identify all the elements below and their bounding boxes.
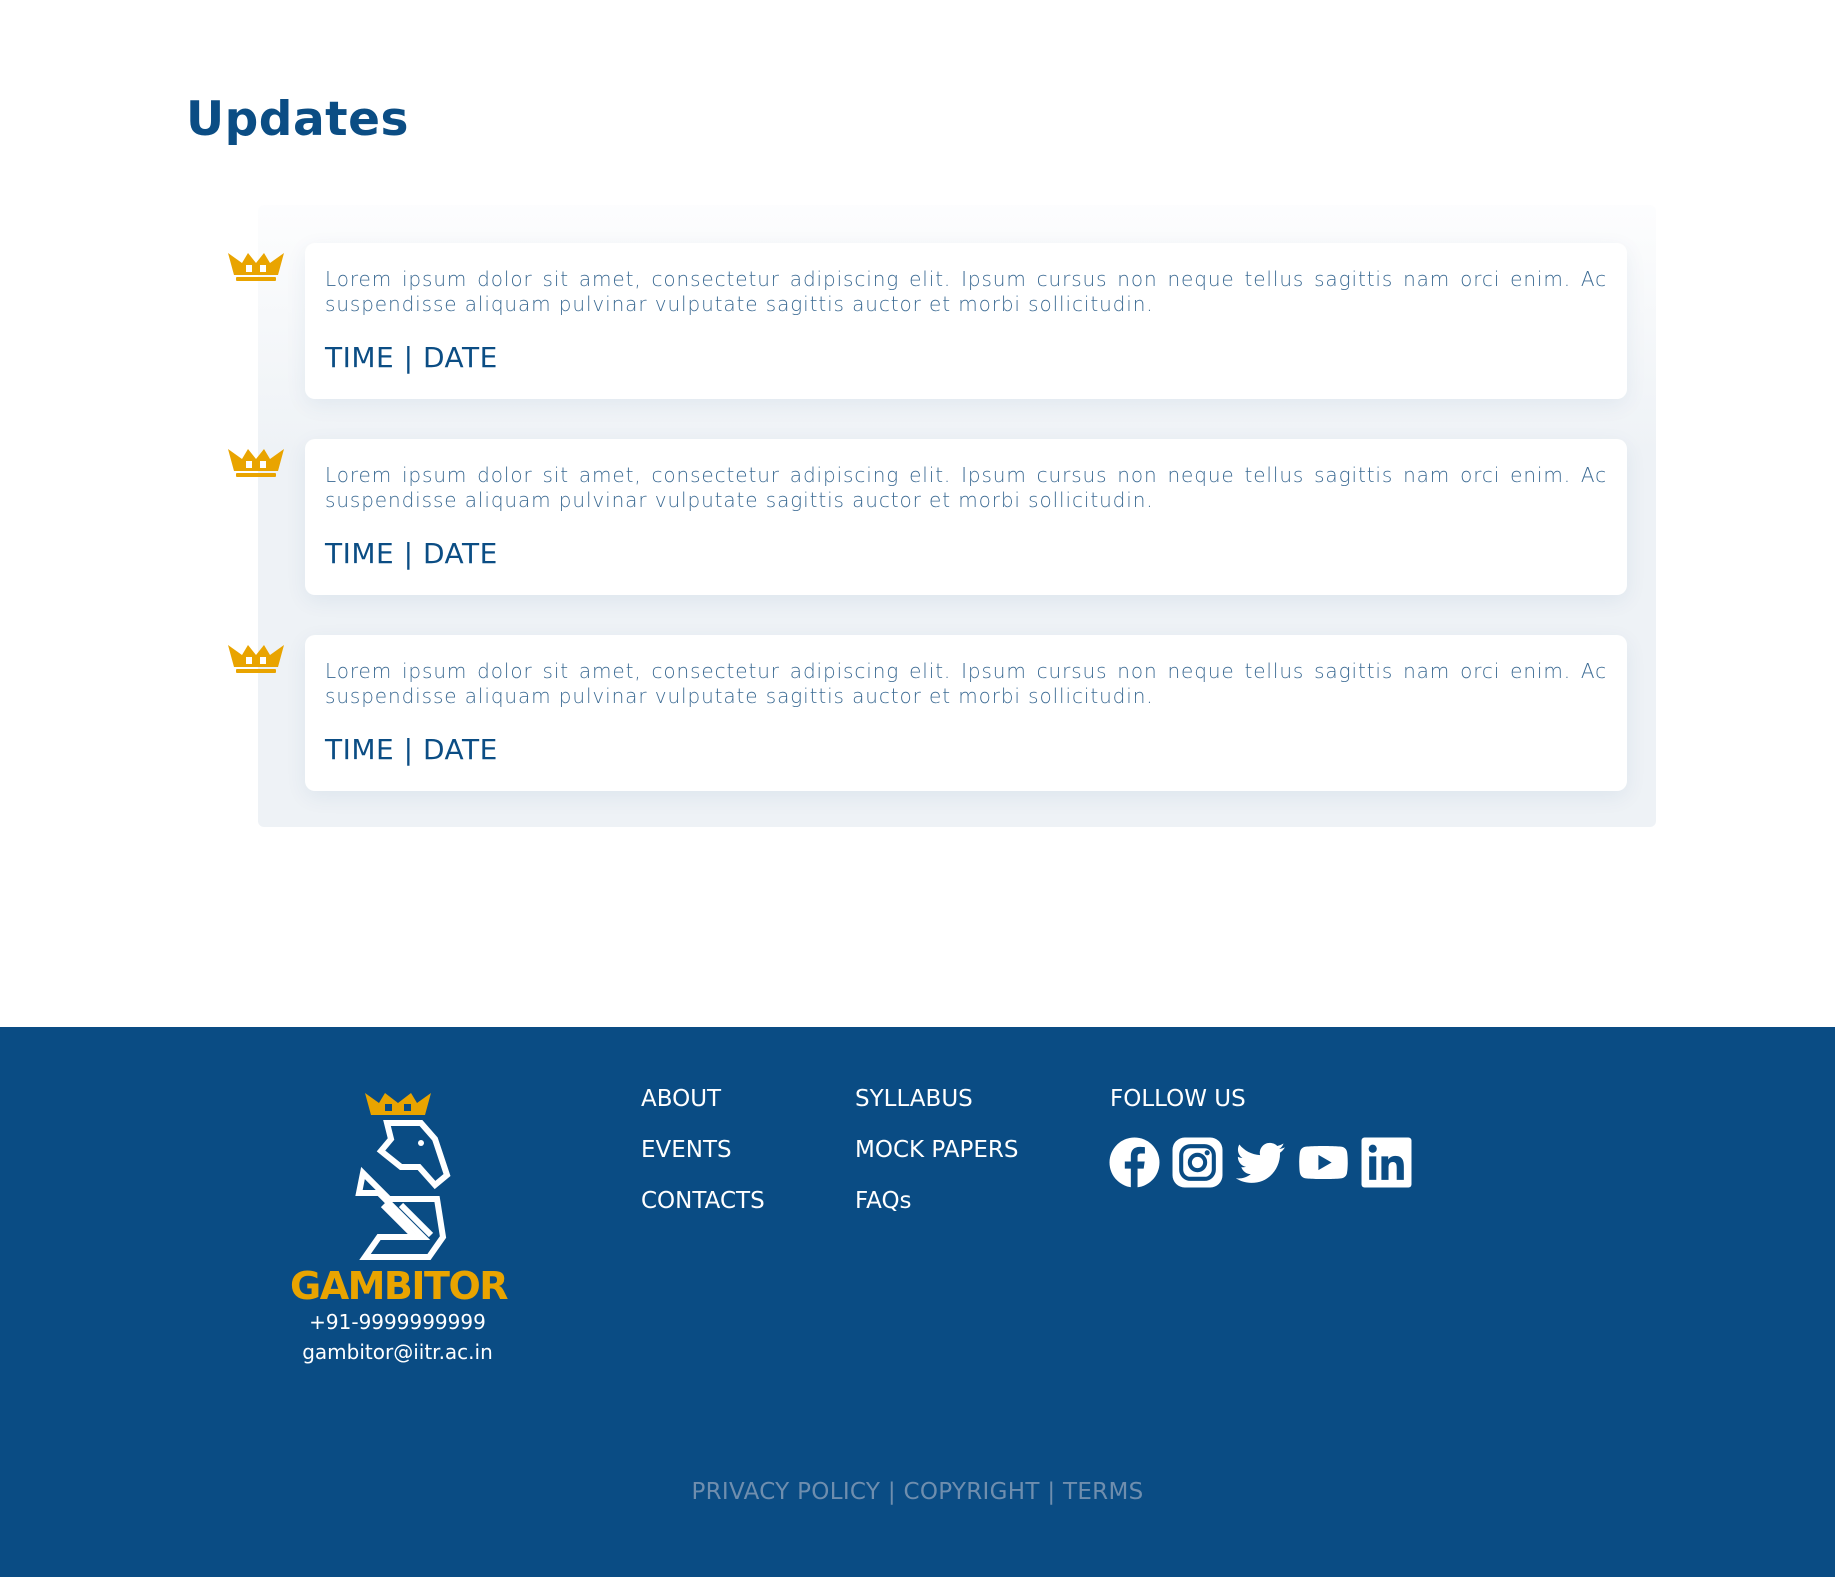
legal-separator: | [880,1479,904,1505]
crown-icon [228,449,284,477]
page-title: Updates [186,92,409,147]
twitter-icon[interactable] [1235,1137,1286,1188]
social-links [1109,1137,1412,1188]
update-time-date: TIME | DATE [325,537,498,570]
crown-icon [228,253,284,281]
update-card: Lorem ipsum dolor sit amet, consectetur … [305,243,1627,399]
footer-link-mock-papers[interactable]: MOCK PAPERS [855,1138,1019,1163]
terms-link[interactable]: TERMS [1063,1479,1144,1505]
update-text: Lorem ipsum dolor sit amet, consectetur … [325,267,1607,316]
contact-email[interactable]: gambitor@iitr.ac.in [290,1337,505,1367]
legal-links: PRIVACY POLICY | COPYRIGHT | TERMS [0,1479,1835,1505]
update-text: Lorem ipsum dolor sit amet, consectetur … [325,463,1607,512]
gambitor-logo-icon[interactable] [343,1087,453,1267]
instagram-icon[interactable] [1172,1137,1223,1188]
facebook-icon[interactable] [1109,1137,1160,1188]
footer-link-faqs[interactable]: FAQs [855,1189,1019,1214]
contact-phone[interactable]: +91-9999999999 [290,1307,505,1337]
crown-icon [228,645,284,673]
footer-link-events[interactable]: EVENTS [641,1138,765,1163]
site-footer: GAMBITOR +91-9999999999 gambitor@iitr.ac… [0,1027,1835,1577]
update-item: Lorem ipsum dolor sit amet, consectetur … [222,439,1632,595]
legal-separator: | [1039,1479,1063,1505]
updates-section: Updates Lorem ipsum dolor sit amet, cons… [0,0,1835,1027]
footer-links-primary: ABOUT EVENTS CONTACTS [641,1087,765,1240]
footer-links-secondary: SYLLABUS MOCK PAPERS FAQs [855,1087,1019,1240]
update-time-date: TIME | DATE [325,733,498,766]
linkedin-icon[interactable] [1361,1137,1412,1188]
footer-link-syllabus[interactable]: SYLLABUS [855,1087,1019,1112]
copyright-link[interactable]: COPYRIGHT [903,1479,1039,1505]
update-item: Lorem ipsum dolor sit amet, consectetur … [222,635,1632,791]
youtube-icon[interactable] [1298,1137,1349,1188]
update-card: Lorem ipsum dolor sit amet, consectetur … [305,439,1627,595]
update-time-date: TIME | DATE [325,341,498,374]
footer-link-about[interactable]: ABOUT [641,1087,765,1112]
footer-brand: GAMBITOR +91-9999999999 gambitor@iitr.ac… [290,1087,509,1367]
footer-link-contacts[interactable]: CONTACTS [641,1189,765,1214]
update-card: Lorem ipsum dolor sit amet, consectetur … [305,635,1627,791]
follow-us-heading: FOLLOW US [1110,1086,1246,1112]
brand-name: GAMBITOR [290,1264,509,1308]
privacy-policy-link[interactable]: PRIVACY POLICY [691,1479,880,1505]
update-item: Lorem ipsum dolor sit amet, consectetur … [222,243,1632,399]
update-text: Lorem ipsum dolor sit amet, consectetur … [325,659,1607,708]
